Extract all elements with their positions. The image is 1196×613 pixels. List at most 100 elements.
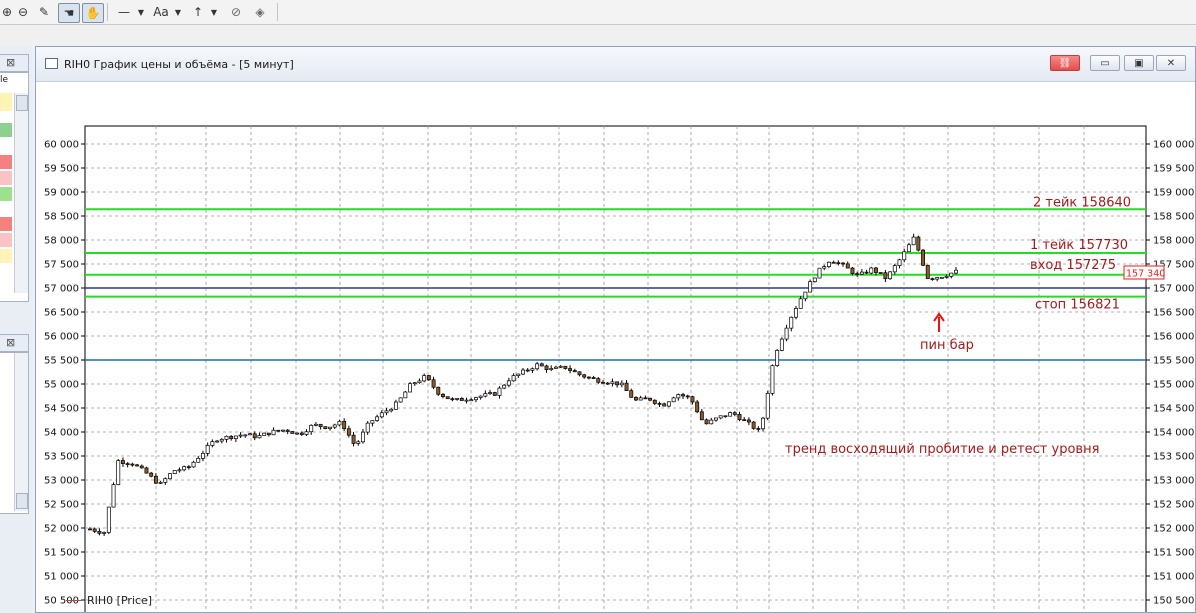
candle-body — [775, 350, 780, 367]
left-axis-tick: 55 500 — [44, 356, 79, 367]
close-icon[interactable]: ⊠ — [6, 336, 15, 349]
candle-body — [634, 397, 638, 401]
candle-body — [313, 423, 318, 426]
chevron-down-icon[interactable]: ▼ — [208, 3, 220, 21]
line-tool-icon[interactable]: — — [113, 3, 135, 21]
left-panel-label: le — [0, 75, 9, 85]
candle-body — [906, 244, 911, 253]
candle-body — [426, 375, 431, 381]
candle-body — [714, 417, 718, 421]
candle-body — [488, 392, 493, 394]
candle-body — [120, 460, 125, 464]
layers-icon[interactable]: ◈ — [250, 3, 270, 21]
candle-body — [817, 267, 822, 279]
candle-body — [177, 469, 182, 472]
close-icon[interactable]: ⊠ — [6, 56, 15, 69]
candle-body — [318, 423, 323, 427]
candle-body — [158, 482, 163, 484]
close-button[interactable]: ✕ — [1156, 55, 1186, 71]
candle-body — [539, 363, 544, 367]
candle-body — [751, 421, 756, 429]
toolbar: ⊕ ⊖ ✎ ☚ ✋ — ▼ Aa ▼ ↑ ▼ ⊘ ◈ — [0, 0, 1196, 25]
candle-body — [586, 376, 591, 379]
candle-body — [389, 408, 394, 412]
candle-body — [784, 327, 789, 340]
zoom-in-icon[interactable]: ⊕ — [0, 3, 14, 21]
right-axis-tick: 156 500 — [1153, 308, 1194, 319]
cursor-hand-icon[interactable]: ☚ — [58, 3, 80, 23]
candle-body — [144, 467, 149, 474]
candle-body — [276, 429, 281, 432]
right-axis-tick: 159 500 — [1153, 164, 1194, 175]
candle-body — [742, 419, 747, 422]
right-axis-tick: 153 000 — [1153, 476, 1194, 487]
candle-body — [798, 298, 803, 309]
candle-body — [855, 273, 860, 275]
candle-body — [746, 419, 751, 423]
candle-body — [657, 403, 662, 405]
left-panel: ⊠ le ⊠ — [0, 46, 32, 613]
pan-hand-icon[interactable]: ✋ — [82, 3, 104, 23]
candle-body — [248, 433, 252, 436]
candle-body — [709, 419, 714, 425]
candle-body — [139, 465, 144, 469]
window-title: RIH0 График цены и объёма - [5 минут] — [64, 58, 294, 71]
window-titlebar[interactable]: RIH0 График цены и объёма - [5 минут] ⛓ … — [36, 47, 1195, 82]
arrow-tool-icon[interactable]: ↑ — [190, 3, 206, 21]
candle-body — [897, 259, 902, 266]
candle-body — [97, 531, 102, 534]
eraser-icon[interactable]: ⊘ — [226, 3, 246, 21]
scrollbar-thumb[interactable] — [16, 493, 28, 509]
candle-body — [172, 470, 177, 475]
maximize-button[interactable]: ▣ — [1124, 55, 1154, 71]
candle-body — [337, 420, 342, 426]
chart-window: RIH0 График цены и объёма - [5 минут] ⛓ … — [35, 46, 1196, 613]
candle-body — [553, 366, 558, 369]
candle-body — [252, 433, 257, 439]
scrollbar[interactable] — [14, 93, 28, 293]
candle-body — [163, 478, 168, 483]
candle-body — [718, 415, 723, 419]
candle-body — [191, 461, 196, 468]
scrollbar[interactable] — [14, 353, 28, 511]
left-axis-tick: 51 500 — [44, 548, 79, 559]
chevron-down-icon[interactable]: ▼ — [135, 3, 147, 21]
right-axis-tick: 158 000 — [1153, 236, 1194, 247]
candle-body — [859, 271, 864, 275]
text-tool-button[interactable]: Aa — [152, 3, 170, 21]
candle-body — [285, 429, 290, 432]
candle-body — [765, 393, 770, 419]
left-axis-tick: 57 000 — [44, 284, 79, 295]
workspace-background — [0, 25, 1196, 46]
zoom-out-icon[interactable]: ⊖ — [16, 3, 30, 21]
right-axis-tick: 155 500 — [1153, 356, 1194, 367]
candle-body — [944, 275, 949, 278]
chevron-down-icon[interactable]: ▼ — [172, 3, 184, 21]
candle-body — [116, 460, 121, 485]
candle-body — [224, 435, 229, 440]
candle-body — [831, 261, 836, 264]
candle-body — [332, 424, 337, 428]
candle-body — [408, 383, 412, 393]
candle-body — [492, 392, 497, 396]
take2-label: 2 тейк 158640 — [1033, 196, 1131, 211]
legend-label: RIH0 [Price] — [87, 594, 153, 607]
candle-body — [770, 365, 775, 394]
scrollbar-thumb[interactable] — [16, 95, 28, 111]
price-chart[interactable]: 60 000 59 500 59 000 58 500 58 000 57 500 57 0… — [36, 81, 1195, 612]
candle-body — [281, 429, 285, 432]
right-axis-tick: 157 000 — [1153, 284, 1194, 295]
left-panel-header: ⊠ — [0, 54, 29, 72]
candle-body — [779, 338, 784, 351]
candle-body — [874, 267, 878, 273]
minimize-button[interactable]: ▭ — [1090, 55, 1120, 71]
ruler-icon[interactable]: ✎ — [36, 3, 52, 21]
right-axis-tick: 152 500 — [1153, 500, 1194, 511]
candle-body — [558, 365, 563, 368]
candle-body — [737, 414, 742, 421]
link-icon[interactable]: ⛓ — [1050, 55, 1080, 71]
candle-body — [473, 397, 478, 401]
candle-body — [591, 377, 596, 379]
candle-body — [535, 363, 540, 370]
candle-body — [949, 272, 954, 277]
